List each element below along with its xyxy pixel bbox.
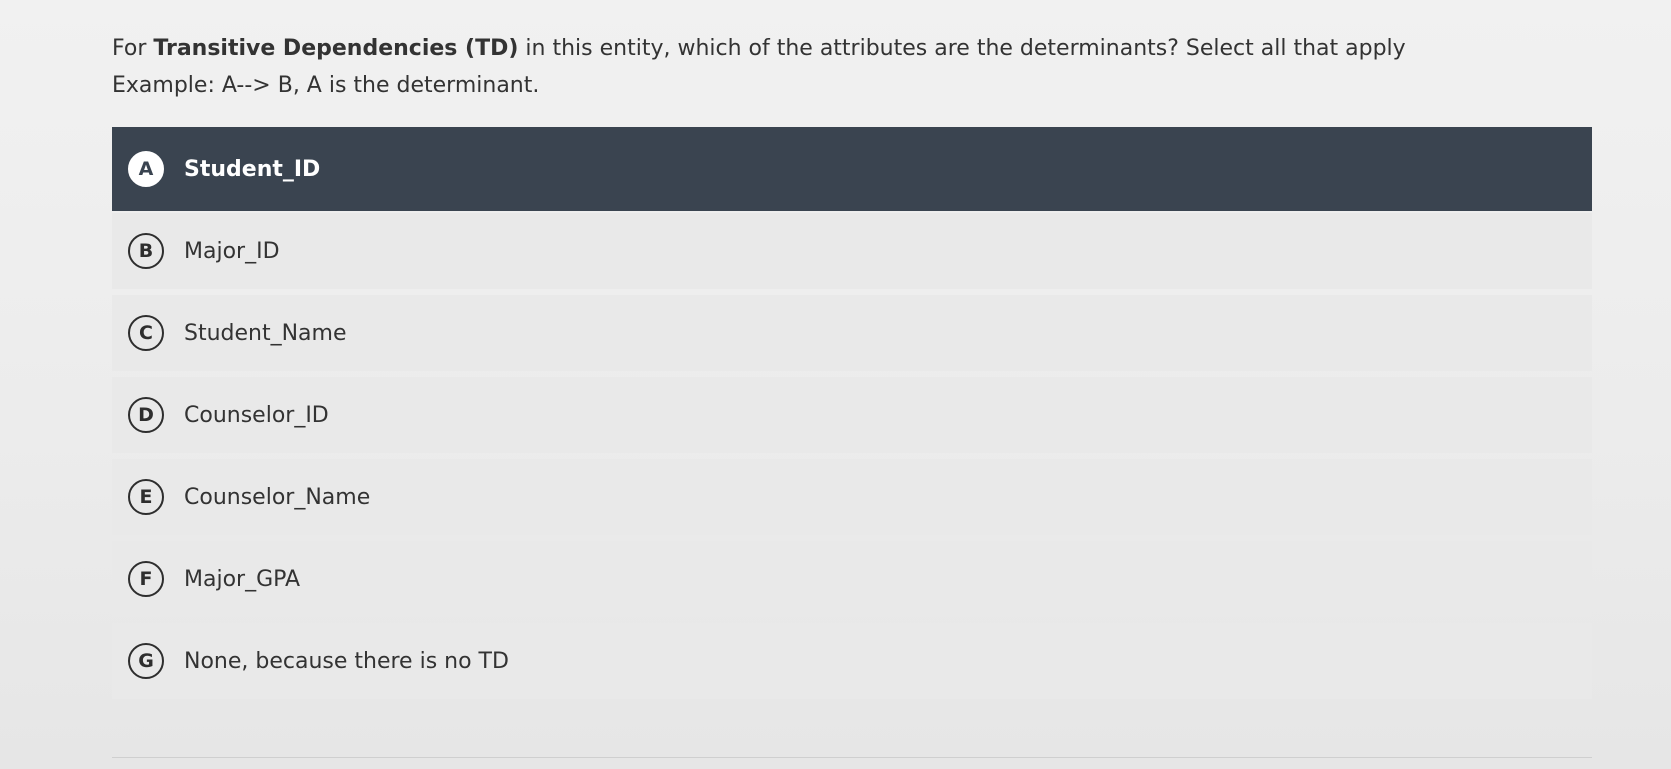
question-bold-term: Transitive Dependencies (TD) xyxy=(153,36,519,61)
option-b[interactable]: B Major_ID xyxy=(112,213,1592,289)
option-d[interactable]: D Counselor_ID xyxy=(112,377,1592,453)
question-prefix: For xyxy=(112,36,154,61)
question-line: For Transitive Dependencies (TD) in this… xyxy=(112,30,1612,67)
question-suffix: in this entity, which of the attributes … xyxy=(518,36,1406,61)
option-c[interactable]: C Student_Name xyxy=(112,295,1592,371)
option-e-letter-badge: E xyxy=(128,479,164,515)
option-d-label: Counselor_ID xyxy=(184,402,329,428)
option-e[interactable]: E Counselor_Name xyxy=(112,459,1592,535)
option-g-letter-badge: G xyxy=(128,643,164,679)
option-e-label: Counselor_Name xyxy=(184,484,371,510)
question-text: For Transitive Dependencies (TD) in this… xyxy=(112,30,1612,104)
option-f-label: Major_GPA xyxy=(184,566,301,592)
option-f-letter-badge: F xyxy=(128,561,164,597)
option-a-label: Student_ID xyxy=(184,156,321,182)
option-c-label: Student_Name xyxy=(184,320,347,346)
option-f[interactable]: F Major_GPA xyxy=(112,541,1592,617)
option-b-label: Major_ID xyxy=(184,238,280,264)
option-g-label: None, because there is no TD xyxy=(184,648,509,674)
option-b-letter-badge: B xyxy=(128,233,164,269)
option-a[interactable]: A Student_ID xyxy=(112,127,1592,211)
bottom-divider xyxy=(112,757,1592,758)
option-c-letter-badge: C xyxy=(128,315,164,351)
option-d-letter-badge: D xyxy=(128,397,164,433)
option-g[interactable]: G None, because there is no TD xyxy=(112,623,1592,699)
question-example: Example: A--> B, A is the determinant. xyxy=(112,73,540,98)
option-a-letter-badge: A xyxy=(128,151,164,187)
answer-options: A Student_ID B Major_ID C Student_Name D… xyxy=(112,127,1592,705)
